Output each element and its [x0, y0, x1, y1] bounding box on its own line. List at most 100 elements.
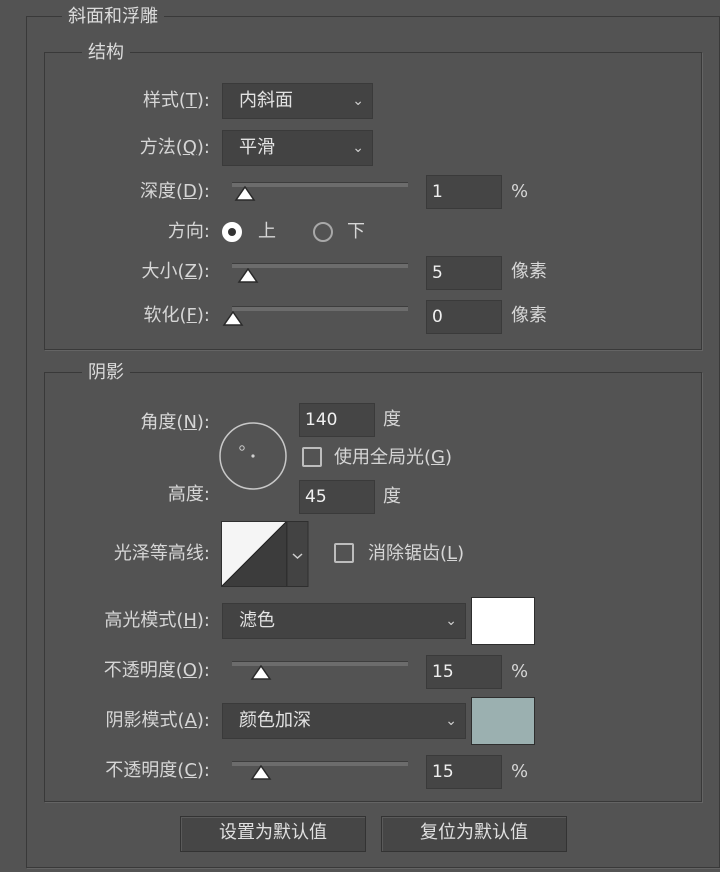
- size-input[interactable]: 5: [426, 256, 502, 290]
- depth-unit: %: [511, 181, 529, 202]
- size-label-suffix: ):: [196, 261, 210, 282]
- highlight-opacity-input[interactable]: 15: [426, 655, 502, 689]
- technique-label: 方法(Q):: [80, 135, 210, 161]
- highlight-mode-dropdown[interactable]: 滤色 ⌄: [222, 603, 466, 639]
- use-global-light-label-text: 使用全局光(: [334, 447, 432, 468]
- reset-to-default-button[interactable]: 复位为默认值: [381, 816, 567, 852]
- size-label: 大小(Z):: [80, 259, 210, 285]
- direction-down-radio[interactable]: [313, 222, 333, 242]
- altitude-label: 高度:: [167, 484, 210, 505]
- shadow-mode-label-suffix: ):: [196, 710, 210, 731]
- direction-down-label[interactable]: 下: [347, 219, 365, 245]
- soften-label-suffix: ):: [196, 305, 210, 326]
- use-global-light-label-key: G: [431, 447, 445, 468]
- style-dropdown-value: 内斜面: [239, 90, 293, 111]
- highlight-mode-label-text: 高光模式(: [104, 610, 184, 631]
- altitude-input[interactable]: 45: [299, 480, 375, 514]
- anti-aliased-label-text: 消除锯齿(: [368, 543, 448, 564]
- contour-preview-icon: [221, 521, 309, 587]
- technique-label-suffix: ):: [196, 137, 210, 158]
- highlight-opacity-label-suffix: ):: [196, 660, 210, 681]
- technique-dropdown-value: 平滑: [239, 137, 275, 158]
- direction-label: 方向:: [167, 221, 210, 242]
- direction-up-label[interactable]: 上: [258, 219, 276, 245]
- soften-label-key: F: [186, 305, 197, 326]
- angle-input[interactable]: 140: [299, 403, 375, 437]
- angle-label-suffix: ):: [196, 412, 210, 433]
- shadow-mode-dropdown[interactable]: 颜色加深 ⌄: [222, 703, 466, 739]
- shadow-opacity-label-suffix: ):: [196, 760, 210, 781]
- highlight-opacity-label: 不透明度(O):: [60, 658, 210, 684]
- make-default-button[interactable]: 设置为默认值: [180, 816, 366, 852]
- highlight-opacity-label-text: 不透明度(: [103, 660, 183, 681]
- shadow-opacity-unit: %: [511, 761, 529, 782]
- highlight-mode-label-key: H: [183, 610, 197, 631]
- use-global-light-label[interactable]: 使用全局光(G): [334, 445, 452, 471]
- chevron-down-icon: ⌄: [445, 613, 457, 629]
- soften-label-text: 软化(: [143, 305, 187, 326]
- shadow-mode-label-text: 阴影模式(: [105, 710, 185, 731]
- highlight-color-swatch[interactable]: [471, 597, 535, 645]
- size-label-text: 大小(: [141, 261, 185, 282]
- direction-up-radio[interactable]: [222, 222, 242, 242]
- depth-input[interactable]: 1: [426, 175, 502, 209]
- highlight-mode-label-suffix: ):: [196, 610, 210, 631]
- depth-label-key: D: [183, 181, 197, 202]
- highlight-opacity-unit: %: [511, 661, 529, 682]
- angle-label-text: 角度(: [140, 412, 184, 433]
- anti-aliased-checkbox[interactable]: [334, 543, 354, 563]
- structure-title: 结构: [82, 42, 130, 64]
- shadow-mode-label: 阴影模式(A):: [60, 708, 210, 734]
- shadow-opacity-label: 不透明度(C):: [60, 758, 210, 784]
- angle-dial-icon: [219, 422, 287, 490]
- shading-title: 阴影: [82, 362, 130, 384]
- anti-aliased-label-key: L: [447, 543, 458, 564]
- gloss-contour-picker[interactable]: [221, 521, 309, 587]
- highlight-opacity-label-key: O: [182, 660, 197, 681]
- highlight-opacity-slider-thumb[interactable]: [250, 664, 272, 681]
- chevron-down-icon: ⌄: [445, 713, 457, 729]
- chevron-down-icon: ⌄: [352, 93, 364, 109]
- shadow-opacity-label-text: 不透明度(: [105, 760, 185, 781]
- depth-label: 深度(D):: [80, 179, 210, 205]
- size-unit: 像素: [511, 261, 547, 282]
- angle-dial[interactable]: [218, 421, 288, 491]
- gloss-contour-label: 光泽等高线:: [113, 543, 210, 564]
- highlight-mode-value: 滤色: [239, 610, 275, 631]
- style-label-key: T: [185, 90, 197, 111]
- style-label: 样式(T):: [80, 88, 210, 114]
- soften-slider-thumb[interactable]: [222, 310, 244, 327]
- shadow-opacity-slider-thumb[interactable]: [250, 764, 272, 781]
- soften-unit: 像素: [511, 305, 547, 326]
- depth-label-suffix: ):: [196, 181, 210, 202]
- style-label-text: 样式(: [142, 90, 186, 111]
- technique-label-key: Q: [182, 137, 197, 158]
- angle-label: 角度(N):: [80, 410, 210, 436]
- use-global-light-checkbox[interactable]: [302, 447, 322, 467]
- anti-aliased-label[interactable]: 消除锯齿(L): [368, 541, 464, 567]
- soften-slider-track[interactable]: [232, 306, 408, 311]
- use-global-light-label-suffix: ): [444, 447, 453, 468]
- depth-label-text: 深度(: [140, 181, 184, 202]
- highlight-mode-label: 高光模式(H):: [60, 608, 210, 634]
- size-slider-thumb[interactable]: [237, 267, 259, 284]
- soften-input[interactable]: 0: [426, 300, 502, 334]
- chevron-down-icon: ⌄: [352, 140, 364, 156]
- technique-dropdown[interactable]: 平滑 ⌄: [222, 130, 373, 166]
- bevel-emboss-title: 斜面和浮雕: [62, 6, 164, 28]
- shadow-color-swatch[interactable]: [471, 697, 535, 745]
- shadow-opacity-input[interactable]: 15: [426, 755, 502, 789]
- radio-dot: [228, 228, 236, 236]
- angle-unit: 度: [383, 409, 401, 430]
- style-dropdown[interactable]: 内斜面 ⌄: [222, 83, 373, 119]
- shadow-opacity-label-key: C: [184, 760, 197, 781]
- anti-aliased-label-suffix: ): [457, 543, 465, 564]
- altitude-unit: 度: [383, 486, 401, 507]
- angle-label-key: N: [183, 412, 197, 433]
- depth-slider-thumb[interactable]: [234, 185, 256, 202]
- depth-slider-track[interactable]: [232, 182, 408, 187]
- technique-label-text: 方法(: [139, 137, 183, 158]
- style-label-suffix: ):: [196, 90, 210, 111]
- size-label-key: Z: [184, 261, 197, 282]
- shadow-mode-value: 颜色加深: [239, 710, 311, 731]
